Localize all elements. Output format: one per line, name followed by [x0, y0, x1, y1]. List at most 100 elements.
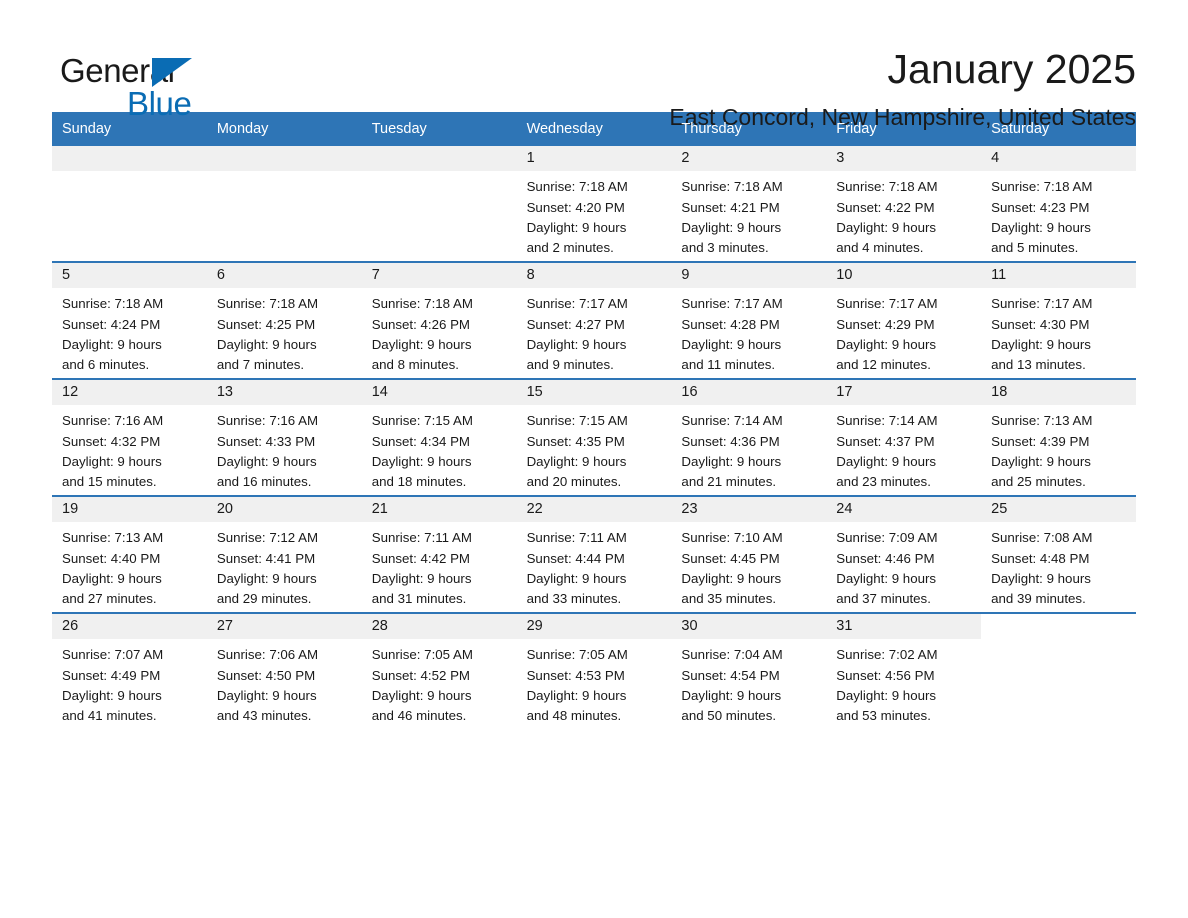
calendar-day-cell[interactable]: 11 Sunrise: 7:17 AM Sunset: 4:30 PM Dayligh… — [981, 263, 1136, 379]
calendar-day-cell[interactable]: 23 Sunrise: 7:10 AM Sunset: 4:45 PM Dayligh… — [671, 497, 827, 613]
day-number-strip: 10 — [826, 263, 982, 289]
day-sun-info: Sunrise: 7:16 AM Sunset: 4:33 PM Daylight:… — [207, 405, 362, 492]
calendar-day-cell[interactable]: 20 Sunrise: 7:12 AM Sunset: 4:41 PM Dayligh… — [206, 497, 362, 613]
sunset-text: Sunset: 4:25 PM — [216, 316, 316, 332]
calendar-day-cell[interactable]: 16 Sunrise: 7:14 AM Sunset: 4:36 PM Dayligh… — [671, 380, 827, 496]
daylight-text-line2: and 35 minutes. — [681, 591, 777, 607]
day-number-strip: 21 — [361, 497, 517, 523]
sunset-text: Sunset: 4:33 PM — [216, 433, 316, 449]
daylight-text-line1: Daylight: 9 hours — [526, 336, 627, 352]
day-number-strip: 5 — [52, 263, 207, 289]
sunrise-text: Sunrise: 7:14 AM — [681, 413, 783, 429]
page-title: January 2025 — [887, 46, 1136, 92]
calendar-day-cell[interactable]: 29 Sunrise: 7:05 AM Sunset: 4:53 PM Dayligh… — [516, 614, 672, 730]
calendar-day-cell[interactable]: 14 Sunrise: 7:15 AM Sunset: 4:34 PM Dayligh… — [361, 380, 517, 496]
calendar-day-cell[interactable]: 18 Sunrise: 7:13 AM Sunset: 4:39 PM Dayligh… — [981, 380, 1136, 496]
day-sun-info: Sunrise: 7:14 AM Sunset: 4:37 PM Daylight:… — [826, 405, 981, 492]
sunset-text: Sunset: 4:20 PM — [526, 199, 625, 215]
calendar-day-cell[interactable]: 12 Sunrise: 7:16 AM Sunset: 4:32 PM Dayligh… — [52, 380, 207, 496]
daylight-text-line2: and 23 minutes. — [836, 474, 931, 490]
day-sun-info: Sunrise: 7:15 AM Sunset: 4:35 PM Daylight:… — [517, 405, 672, 492]
day-sun-info: Sunrise: 7:18 AM Sunset: 4:23 PM Daylight:… — [981, 171, 1136, 258]
calendar-day-cell[interactable]: 10 Sunrise: 7:17 AM Sunset: 4:29 PM Dayligh… — [826, 263, 982, 379]
calendar-day-cell[interactable]: 17 Sunrise: 7:14 AM Sunset: 4:37 PM Dayligh… — [826, 380, 982, 496]
calendar-day-cell[interactable]: 15 Sunrise: 7:15 AM Sunset: 4:35 PM Dayligh… — [516, 380, 672, 496]
calendar-day-cell[interactable]: 25 Sunrise: 7:08 AM Sunset: 4:48 PM Dayligh… — [981, 497, 1136, 613]
calendar-week-row: 19 Sunrise: 7:13 AM Sunset: 4:40 PM Dayligh… — [52, 495, 1136, 613]
sunrise-text: Sunrise: 7:06 AM — [216, 647, 319, 663]
calendar-day-cell[interactable]: 4 Sunrise: 7:18 AM Sunset: 4:23 PM Daylight… — [981, 146, 1136, 262]
sunrise-text: Sunrise: 7:18 AM — [681, 179, 783, 195]
day-sun-info — [362, 171, 517, 177]
calendar-day-cell[interactable]: 6 Sunrise: 7:18 AM Sunset: 4:25 PM Daylight… — [206, 263, 362, 379]
calendar-day-cell[interactable]: 19 Sunrise: 7:13 AM Sunset: 4:40 PM Dayligh… — [52, 497, 207, 613]
calendar-day-cell[interactable]: 31 Sunrise: 7:02 AM Sunset: 4:56 PM Dayligh… — [826, 614, 982, 730]
daylight-text-line1: Daylight: 9 hours — [216, 336, 317, 352]
day-sun-info: Sunrise: 7:18 AM Sunset: 4:26 PM Daylight:… — [362, 288, 517, 375]
day-sun-info: Sunrise: 7:18 AM Sunset: 4:21 PM Daylight:… — [671, 171, 826, 258]
sunrise-text: Sunrise: 7:04 AM — [681, 647, 783, 663]
sunrise-text: Sunrise: 7:07 AM — [62, 647, 164, 663]
calendar-day-cell[interactable]: 5 Sunrise: 7:18 AM Sunset: 4:24 PM Daylight… — [52, 263, 207, 379]
day-number-strip: 3 — [826, 146, 982, 172]
calendar-day-cell[interactable]: 28 Sunrise: 7:05 AM Sunset: 4:52 PM Dayligh… — [361, 614, 517, 730]
calendar-day-cell[interactable]: 22 Sunrise: 7:11 AM Sunset: 4:44 PM Dayligh… — [516, 497, 672, 613]
calendar-day-cell[interactable]: 30 Sunrise: 7:04 AM Sunset: 4:54 PM Dayligh… — [671, 614, 827, 730]
weekday-header-tuesday: Tuesday — [371, 121, 427, 137]
day-number: 26 — [62, 618, 79, 635]
day-sun-info: Sunrise: 7:07 AM Sunset: 4:49 PM Daylight:… — [52, 639, 207, 726]
calendar-empty-cell — [52, 146, 207, 262]
calendar-day-cell[interactable]: 21 Sunrise: 7:11 AM Sunset: 4:42 PM Dayligh… — [361, 497, 517, 613]
daylight-text-line1: Daylight: 9 hours — [681, 687, 782, 703]
day-sun-info: Sunrise: 7:18 AM Sunset: 4:20 PM Daylight:… — [517, 171, 672, 258]
day-number-strip: 7 — [361, 263, 517, 289]
day-number — [981, 614, 1136, 617]
day-number: 28 — [371, 618, 388, 635]
day-number: 21 — [371, 501, 388, 518]
daylight-text-line2: and 4 minutes. — [836, 240, 924, 256]
sunset-text: Sunset: 4:21 PM — [681, 199, 780, 215]
day-sun-info: Sunrise: 7:15 AM Sunset: 4:34 PM Daylight:… — [362, 405, 517, 492]
day-number: 3 — [836, 150, 845, 167]
calendar-day-cell[interactable]: 3 Sunrise: 7:18 AM Sunset: 4:22 PM Daylight… — [826, 146, 982, 262]
day-number: 18 — [991, 384, 1008, 401]
daylight-text-line1: Daylight: 9 hours — [681, 219, 782, 235]
day-sun-info: Sunrise: 7:11 AM Sunset: 4:44 PM Daylight:… — [517, 522, 672, 609]
daylight-text-line2: and 25 minutes. — [991, 474, 1086, 490]
calendar-empty-cell — [206, 146, 362, 262]
calendar-day-cell[interactable]: 8 Sunrise: 7:17 AM Sunset: 4:27 PM Daylight… — [516, 263, 672, 379]
daylight-text-line2: and 8 minutes. — [371, 357, 459, 373]
daylight-text-line1: Daylight: 9 hours — [526, 687, 627, 703]
calendar-day-cell[interactable]: 1 Sunrise: 7:18 AM Sunset: 4:20 PM Daylight… — [516, 146, 672, 262]
masthead: General Blue January 2025 East Concord, … — [52, 0, 1136, 129]
sunrise-text: Sunrise: 7:15 AM — [371, 413, 473, 429]
day-number: 1 — [526, 150, 535, 167]
daylight-text-line1: Daylight: 9 hours — [371, 570, 472, 586]
sunset-text: Sunset: 4:26 PM — [371, 316, 471, 332]
calendar-day-cell[interactable]: 27 Sunrise: 7:06 AM Sunset: 4:50 PM Dayligh… — [206, 614, 362, 730]
day-number: 16 — [681, 384, 698, 401]
calendar-day-cell[interactable]: 26 Sunrise: 7:07 AM Sunset: 4:49 PM Dayligh… — [52, 614, 207, 730]
day-number-strip: 22 — [516, 497, 672, 523]
daylight-text-line2: and 41 minutes. — [62, 708, 157, 724]
day-number-strip: 12 — [52, 380, 207, 406]
daylight-text-line1: Daylight: 9 hours — [681, 570, 782, 586]
general-blue-logo[interactable]: General Blue — [52, 46, 232, 120]
calendar-day-cell[interactable]: 13 Sunrise: 7:16 AM Sunset: 4:33 PM Dayligh… — [206, 380, 362, 496]
calendar-day-cell[interactable]: 24 Sunrise: 7:09 AM Sunset: 4:46 PM Dayligh… — [826, 497, 982, 613]
sunrise-text: Sunrise: 7:13 AM — [62, 530, 164, 546]
calendar-day-cell[interactable]: 7 Sunrise: 7:18 AM Sunset: 4:26 PM Daylight… — [361, 263, 517, 379]
calendar-grid: Sunday Monday Tuesday Wednesday Thursday… — [52, 112, 1136, 730]
day-number-strip: 25 — [981, 497, 1136, 523]
sunset-text: Sunset: 4:44 PM — [526, 550, 625, 566]
day-sun-info: Sunrise: 7:18 AM Sunset: 4:25 PM Daylight:… — [207, 288, 362, 375]
calendar-empty-cell — [361, 146, 517, 262]
daylight-text-line1: Daylight: 9 hours — [991, 570, 1091, 586]
calendar-day-cell[interactable]: 9 Sunrise: 7:17 AM Sunset: 4:28 PM Daylight… — [671, 263, 827, 379]
sunrise-text: Sunrise: 7:18 AM — [526, 179, 628, 195]
calendar-day-cell[interactable]: 2 Sunrise: 7:18 AM Sunset: 4:21 PM Daylight… — [671, 146, 827, 262]
sunset-text: Sunset: 4:39 PM — [991, 433, 1090, 449]
day-sun-info: Sunrise: 7:05 AM Sunset: 4:53 PM Daylight:… — [517, 639, 672, 726]
sunset-text: Sunset: 4:42 PM — [371, 550, 471, 566]
sunrise-text: Sunrise: 7:17 AM — [991, 296, 1093, 312]
